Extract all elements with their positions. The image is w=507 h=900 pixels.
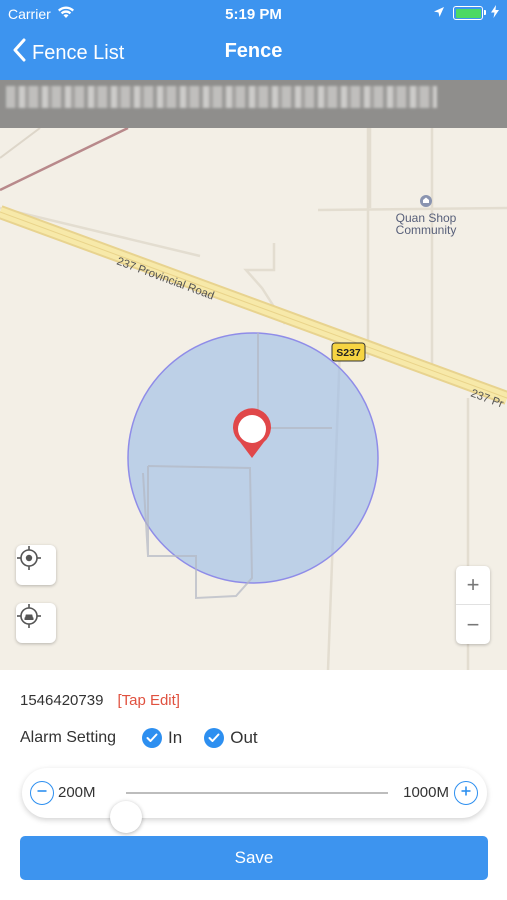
radius-min-label: 200M [58,784,96,801]
check-icon [142,728,163,748]
radius-max-label: 1000M [403,784,449,801]
minus-icon [36,784,48,802]
zoom-in-button[interactable]: + [456,566,490,605]
status-time: 5:19 PM [225,6,282,23]
radius-decrease-button[interactable] [30,781,54,805]
map-view[interactable]: Quan Shop Community 237 Provincial Road … [0,128,507,670]
alarm-out-checkbox[interactable]: Out [204,728,258,748]
plus-icon [460,784,472,802]
location-arrow-icon [433,5,445,21]
address-text-obscured [6,86,437,108]
poi-marker-icon [420,195,432,207]
alarm-setting-label: Alarm Setting [20,729,117,746]
alarm-in-checkbox[interactable]: In [142,728,182,748]
check-icon [204,728,225,748]
page-title: Fence [224,40,283,62]
alarm-out-label: Out [230,728,258,747]
alarm-in-label: In [168,728,183,747]
battery-icon [453,6,486,20]
fence-circle [127,332,379,584]
road-badge: S237 [331,342,366,362]
device-row: 1546420739 [Tap Edit] [20,692,180,709]
radius-slider-card: 200M 1000M [22,768,487,833]
zoom-control: + − [456,566,490,644]
minor-road [0,128,41,159]
poi-label-2: Community [396,223,457,237]
fence-settings-panel: 1546420739 [Tap Edit] Alarm Setting In O… [0,670,507,900]
locate-me-button[interactable] [16,545,56,585]
radius-increase-button[interactable] [454,781,478,805]
charging-icon [491,5,499,21]
locate-car-button[interactable] [16,603,56,643]
nav-bar: Fence List Fence [0,30,507,74]
address-bar [0,80,507,128]
status-right [433,5,499,21]
top-bar: Carrier 5:19 PM Fence List Fence [0,0,507,80]
map-canvas: Quan Shop Community 237 Provincial Road … [0,128,507,670]
status-bar: Carrier 5:19 PM [0,0,507,28]
road-badge-label: S237 [336,347,361,359]
device-id: 1546420739 [20,692,104,709]
radius-slider-thumb[interactable] [110,801,142,833]
tap-edit-link[interactable]: [Tap Edit] [117,692,180,709]
railway-line [0,128,129,192]
radius-slider-track[interactable] [110,792,388,833]
alarm-setting-row: Alarm Setting In Out [20,728,258,748]
zoom-out-button[interactable]: − [456,605,490,644]
save-button[interactable]: Save [20,836,488,880]
